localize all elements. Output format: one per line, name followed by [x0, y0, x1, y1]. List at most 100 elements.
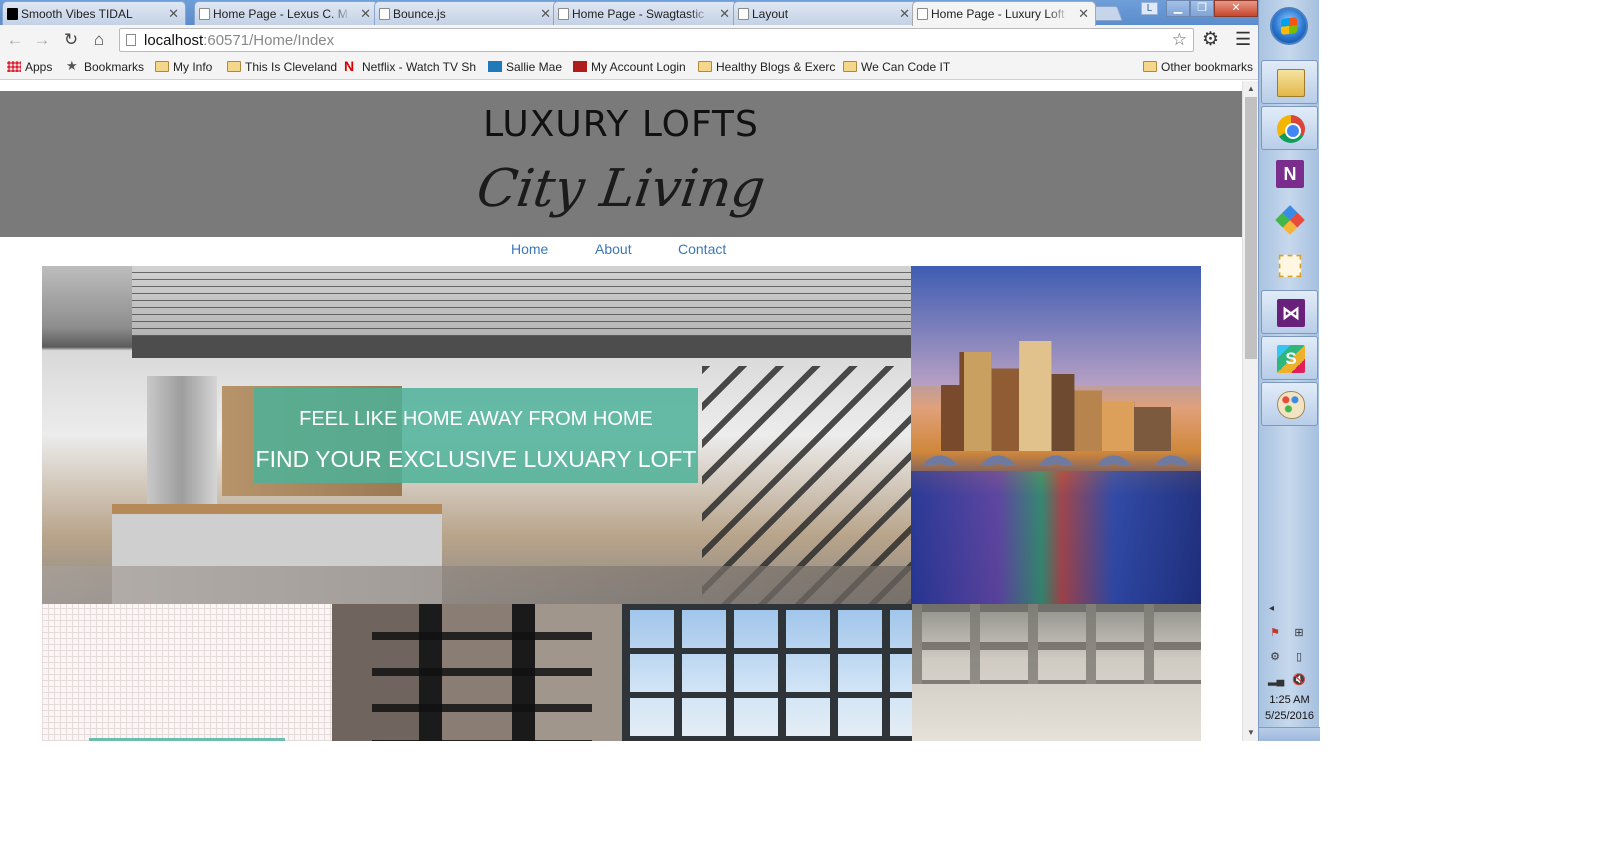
vertical-scrollbar[interactable]: ▲ ▼: [1242, 81, 1258, 741]
reload-button[interactable]: ↻: [61, 30, 81, 50]
show-desktop-button[interactable]: [1259, 727, 1320, 741]
nav-link-home[interactable]: Home: [511, 241, 548, 257]
taskbar-onenote[interactable]: N: [1261, 152, 1318, 196]
tab-bounce[interactable]: Bounce.js ✕: [374, 1, 558, 25]
bookmark-label: Bookmarks: [84, 60, 145, 74]
taskbar-chrome[interactable]: [1261, 106, 1318, 150]
windows-tray-icon[interactable]: ⊞: [1292, 626, 1306, 640]
address-bar[interactable]: localhost:60571/Home/Index ☆: [119, 28, 1194, 52]
folder-icon: [227, 61, 241, 72]
clock-date[interactable]: 5/25/2016: [1259, 710, 1320, 722]
tab-close-icon[interactable]: ✕: [540, 6, 551, 22]
bookmark-sallie-mae[interactable]: Sallie Mae: [488, 60, 562, 74]
taskbar-kite-app[interactable]: [1261, 198, 1318, 242]
tab-lexus[interactable]: Home Page - Lexus C. M ✕: [194, 1, 378, 25]
folder-icon: [1143, 61, 1157, 72]
teal-accent-bar: [89, 738, 285, 741]
taskbar-slack[interactable]: S: [1261, 336, 1318, 380]
kite-app-icon: [1275, 205, 1305, 235]
bookmark-we-can-code-it[interactable]: We Can Code IT: [843, 60, 950, 74]
tab-close-icon[interactable]: ✕: [1078, 6, 1089, 22]
chrome-menu-icon[interactable]: ☰: [1235, 29, 1251, 50]
taskbar-snipping-tool[interactable]: [1261, 244, 1318, 288]
chrome-icon: [1277, 115, 1305, 143]
volume-muted-icon[interactable]: 🔇: [1292, 673, 1306, 687]
bookmark-label: We Can Code IT: [861, 60, 951, 74]
tab-close-icon[interactable]: ✕: [168, 6, 179, 22]
tab-close-icon[interactable]: ✕: [899, 6, 910, 22]
account-icon: [573, 61, 587, 72]
bookmark-star-icon[interactable]: ☆: [1172, 30, 1187, 50]
bookmark-this-is-cleveland[interactable]: This Is Cleveland: [227, 60, 337, 74]
scroll-down-arrow-icon[interactable]: ▼: [1243, 725, 1259, 741]
nav-link-contact[interactable]: Contact: [678, 241, 726, 257]
bookmark-apps[interactable]: Apps: [7, 60, 52, 74]
snipping-tool-icon: [1278, 254, 1302, 278]
taskbar-visual-studio[interactable]: ⋈: [1261, 290, 1318, 334]
tidal-favicon-icon: [7, 8, 18, 20]
city-skyline-image: [911, 266, 1201, 604]
bookmark-label: This Is Cleveland: [245, 60, 338, 74]
profile-badge[interactable]: L: [1141, 2, 1158, 15]
tab-luxury-lofts[interactable]: Home Page - Luxury Loft ✕: [912, 1, 1096, 26]
taskbar-windows-explorer[interactable]: [1261, 60, 1318, 104]
restore-button[interactable]: ❐: [1190, 0, 1214, 17]
settings-tray-icon[interactable]: ⚙: [1268, 650, 1282, 664]
tab-tidal[interactable]: Smooth Vibes TIDAL ✕: [2, 1, 186, 25]
floor: [42, 566, 911, 604]
sunset-sky: [911, 266, 1201, 386]
forward-button[interactable]: →: [32, 30, 52, 50]
tab-close-icon[interactable]: ✕: [360, 6, 371, 22]
mezzanine-beam: [132, 336, 911, 358]
home-button[interactable]: ⌂: [89, 30, 109, 50]
tab-swagtastic[interactable]: Home Page - Swagtastic ✕: [553, 1, 737, 25]
bookmark-netflix[interactable]: N Netflix - Watch TV Sh: [344, 58, 477, 74]
bookmark-other-bookmarks[interactable]: Other bookmarks: [1143, 60, 1253, 74]
bookmark-my-info[interactable]: My Info: [155, 60, 212, 74]
bookmark-healthy-blogs[interactable]: Healthy Blogs & Exerc: [698, 60, 835, 74]
page-favicon-icon: [738, 8, 749, 20]
close-window-button[interactable]: ✕: [1214, 0, 1258, 17]
slack-icon: S: [1277, 345, 1305, 373]
page-favicon-icon: [917, 8, 928, 20]
bookmark-my-account-login[interactable]: My Account Login: [573, 60, 686, 74]
scroll-up-arrow-icon[interactable]: ▲: [1243, 81, 1259, 97]
tab-layout[interactable]: Layout ✕: [733, 1, 917, 25]
page-favicon-icon: [558, 8, 569, 20]
stair-treads: [372, 604, 592, 741]
bookmark-label: Healthy Blogs & Exerc: [716, 60, 836, 74]
page-viewport: LUXURY LOFTS City Living Home About Cont…: [0, 81, 1242, 741]
bookmark-label: Apps: [25, 60, 53, 74]
start-button[interactable]: [1270, 7, 1308, 45]
back-button[interactable]: ←: [5, 30, 25, 50]
tab-close-icon[interactable]: ✕: [719, 6, 730, 22]
network-signal-icon[interactable]: ▂▄: [1268, 673, 1284, 687]
extension-gear-icon[interactable]: ⚙: [1202, 28, 1219, 51]
concrete-ceiling-image: [912, 604, 1201, 741]
refrigerator: [147, 376, 217, 506]
battery-icon[interactable]: ▯: [1292, 650, 1306, 664]
river-reflection: [911, 471, 1201, 604]
action-center-flag-icon[interactable]: ⚑: [1268, 626, 1282, 640]
bookmark-bookmarks[interactable]: ★ Bookmarks: [66, 58, 145, 74]
folder-icon: [155, 61, 169, 72]
site-nav: Home About Contact: [0, 238, 1242, 266]
tray-expand-chevron-icon[interactable]: ◂: [1269, 603, 1274, 614]
scroll-thumb[interactable]: [1245, 97, 1257, 359]
bookmark-label: Other bookmarks: [1161, 60, 1254, 74]
page-favicon-icon: [379, 8, 390, 20]
arch-bridge: [911, 448, 1201, 466]
windows-taskbar: N ⋈ S ◂ ⚑ ⊞ ⚙ ▯ ▂▄ 🔇 1:25 AM 5/25/2016: [1258, 0, 1320, 741]
tab-title: Smooth Vibes TIDAL: [21, 7, 133, 21]
nav-link-about[interactable]: About: [595, 241, 632, 257]
bookmark-label: Netflix - Watch TV Sh: [362, 60, 477, 74]
bookmark-label: My Account Login: [591, 60, 686, 74]
url-text[interactable]: localhost:60571/Home/Index: [144, 32, 334, 49]
site-header: LUXURY LOFTS City Living: [0, 91, 1242, 237]
clock-time[interactable]: 1:25 AM: [1259, 694, 1320, 706]
minimize-button[interactable]: ▁: [1166, 0, 1190, 17]
taskbar-paint[interactable]: [1261, 382, 1318, 426]
tab-title: Layout: [752, 7, 789, 21]
paint-icon: [1277, 391, 1305, 419]
window-frames: [622, 604, 912, 741]
